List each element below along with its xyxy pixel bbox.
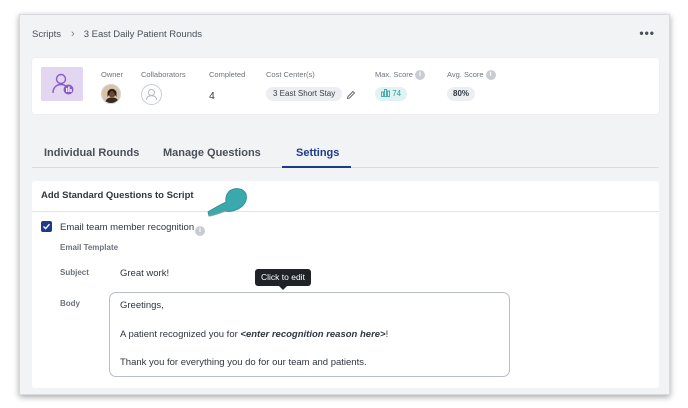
pencil-edit-icon[interactable]	[346, 87, 356, 105]
email-recognition-label[interactable]: Email team member recognition	[60, 222, 194, 233]
tab-settings[interactable]: Settings	[296, 147, 339, 159]
active-tab-indicator	[282, 166, 351, 168]
completed-value: 4	[209, 90, 215, 102]
body-greeting: Greetings,	[120, 300, 164, 311]
breadcrumb: Scripts › 3 East Daily Patient Rounds	[32, 28, 202, 40]
completed-label: Completed	[209, 70, 246, 79]
tab-bar: Individual Rounds Manage Questions Setti…	[32, 135, 659, 168]
section-title: Add Standard Questions to Script	[32, 181, 659, 212]
body-recognition-line: A patient recognized you for <enter reco…	[120, 328, 389, 340]
chevron-right-icon: ›	[71, 28, 75, 40]
body-thanks: Thank you for everything you do for our …	[120, 357, 367, 368]
info-icon-wrap: i	[193, 222, 205, 240]
max-score-value: 74	[392, 89, 402, 98]
email-template-label: Email Template	[60, 243, 119, 252]
info-icon[interactable]: i	[485, 70, 496, 81]
collaborators-label: Collaborators	[141, 70, 186, 79]
owner-avatar[interactable]	[101, 84, 121, 104]
breadcrumb-scripts-link[interactable]: Scripts	[32, 29, 61, 40]
owner-label: Owner	[101, 70, 124, 79]
script-user-icon	[41, 67, 83, 101]
info-icon[interactable]: i	[195, 225, 205, 236]
breadcrumb-current: 3 East Daily Patient Rounds	[83, 28, 203, 40]
app-window: Scripts › 3 East Daily Patient Rounds ••…	[19, 14, 670, 395]
recognition-placeholder: <enter recognition reason here>	[240, 328, 386, 340]
body-label: Body	[60, 299, 80, 308]
tab-manage-questions[interactable]: Manage Questions	[163, 147, 261, 159]
subject-value[interactable]: Great work!	[120, 268, 169, 279]
subject-label: Subject	[60, 268, 89, 277]
hand-pointer-icon	[207, 188, 247, 217]
cost-center-label: Cost Center(s)	[266, 70, 315, 79]
avg-score-label: Avg. Score i	[447, 70, 496, 81]
bar-chart-icon	[381, 89, 390, 97]
max-score-label: Max. Score i	[375, 70, 425, 81]
email-recognition-checkbox[interactable]	[41, 221, 52, 232]
tab-individual-rounds[interactable]: Individual Rounds	[44, 147, 139, 159]
add-collaborator-button[interactable]	[141, 84, 162, 105]
info-icon[interactable]: i	[414, 70, 425, 81]
script-info-card: Owner Collaborators Completed 4 Cost Cen…	[32, 58, 659, 114]
more-options-button[interactable]: •••	[639, 26, 655, 40]
max-score-chip: 74	[375, 87, 408, 101]
email-body-editor[interactable]: Greetings, A patient recognized you for …	[109, 292, 510, 377]
settings-card: Add Standard Questions to Script Email t…	[32, 181, 659, 388]
click-to-edit-tooltip: Click to edit	[255, 269, 311, 290]
avg-score-chip: 80%	[447, 87, 476, 101]
checkmark-icon	[43, 223, 51, 230]
cost-center-chip: 3 East Short Stay	[266, 87, 343, 101]
